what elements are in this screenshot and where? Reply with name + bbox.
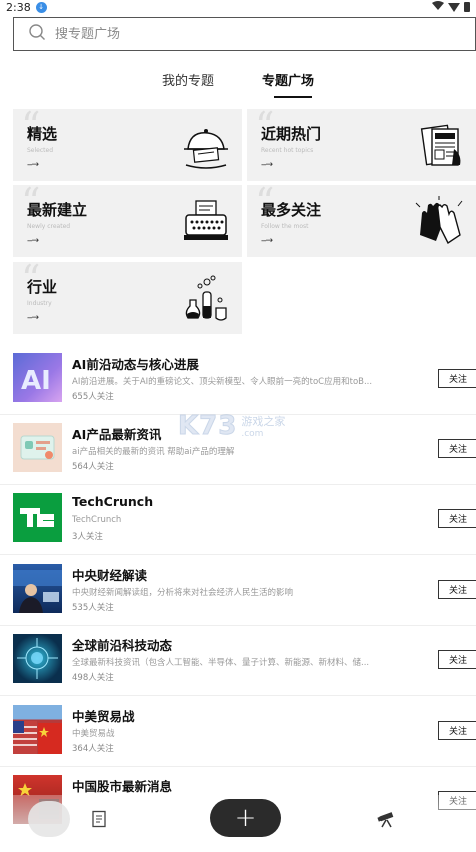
follow-button[interactable]: 关注 bbox=[438, 509, 476, 528]
status-right bbox=[432, 0, 470, 14]
watermark-text: 游戏之家 .com bbox=[241, 413, 285, 439]
follower-count: 3人关注 bbox=[72, 532, 103, 542]
topic-thumbnail bbox=[13, 564, 62, 613]
search-icon bbox=[28, 23, 46, 45]
category-subtitle: Newly created bbox=[27, 223, 71, 230]
topic-thumbnail bbox=[13, 705, 62, 754]
topic-title: AI产品最新资讯 bbox=[72, 427, 162, 442]
follower-count: 535人关注 bbox=[72, 603, 114, 613]
category-card-industry[interactable]: “ 行业 Industry --→ bbox=[13, 262, 242, 334]
search-input[interactable] bbox=[55, 26, 435, 42]
arrow-icon: --→ bbox=[261, 236, 273, 246]
category-subtitle: Recent hot topics bbox=[261, 147, 314, 154]
arrow-icon: --→ bbox=[27, 160, 39, 170]
follow-button[interactable]: 关注 bbox=[438, 439, 476, 458]
newspaper-icon bbox=[420, 124, 461, 166]
topic-title: AI前沿动态与核心进展 bbox=[72, 357, 199, 372]
watermark-com: .com bbox=[241, 429, 264, 439]
telescope-icon[interactable] bbox=[377, 809, 397, 829]
topic-title: 中央财经解读 bbox=[72, 568, 148, 583]
svg-text:AI: AI bbox=[21, 366, 51, 396]
follower-count: 564人关注 bbox=[72, 462, 114, 472]
topic-description: 中央财经新闻解读组，分析将来对社会经济人民生活的影响 bbox=[72, 588, 294, 598]
tab-bar: 我的专题 专题广场 bbox=[0, 70, 476, 98]
category-card-most-followed[interactable]: “ 最多关注 Follow the most --→ bbox=[247, 185, 476, 257]
category-title: 精选 bbox=[27, 125, 58, 143]
status-bar: 2:38 ↓ bbox=[0, 0, 476, 14]
category-title: 最新建立 bbox=[27, 201, 88, 219]
list-item[interactable]: TechCrunch TechCrunch 3人关注 关注 bbox=[0, 485, 476, 555]
lab-flasks-icon bbox=[185, 275, 227, 321]
techcrunch-logo bbox=[13, 493, 62, 542]
bottom-nav: + bbox=[0, 795, 476, 852]
topic-thumbnail bbox=[13, 634, 62, 683]
follower-count: 655人关注 bbox=[72, 392, 114, 402]
category-card-newly-created[interactable]: “ 最新建立 Newly created --→ bbox=[13, 185, 242, 257]
signal-icon bbox=[448, 2, 460, 12]
watermark-cn: 游戏之家 bbox=[241, 415, 286, 428]
topic-title: 中美贸易战 bbox=[72, 709, 135, 724]
arrow-icon: --→ bbox=[27, 236, 39, 246]
arrow-icon: --→ bbox=[27, 313, 39, 323]
topic-description: ai产品相关的最新的资讯 帮助ai产品的理解 bbox=[72, 447, 235, 457]
follower-count: 498人关注 bbox=[72, 673, 114, 683]
add-button[interactable]: + bbox=[210, 799, 281, 837]
category-subtitle: Industry bbox=[27, 300, 52, 307]
category-subtitle: Selected bbox=[27, 147, 54, 154]
watermark-mark: K73 bbox=[177, 411, 238, 442]
battery-icon bbox=[464, 2, 470, 12]
typewriter-icon bbox=[184, 200, 228, 240]
list-item[interactable]: AI AI前沿动态与核心进展 AI前沿进展。关于AI的重磅论文、顶尖新模型、令人… bbox=[0, 345, 476, 415]
topic-title: 中国股市最新消息 bbox=[72, 779, 173, 794]
topic-description: 全球最新科技资讯（包含人工智能、半导体、量子计算、新能源、新材料、储... bbox=[72, 658, 370, 668]
topic-title: TechCrunch bbox=[72, 494, 154, 509]
wifi-icon bbox=[432, 0, 444, 14]
category-title: 近期热门 bbox=[261, 125, 322, 143]
list-item[interactable]: 中美贸易战 中美贸易战 364人关注 关注 bbox=[0, 697, 476, 767]
follow-button[interactable]: 关注 bbox=[438, 580, 476, 599]
arrow-icon: --→ bbox=[261, 160, 273, 170]
search-bar[interactable] bbox=[13, 17, 476, 51]
topic-thumbnail bbox=[13, 423, 62, 472]
list-item[interactable]: 全球前沿科技动态 全球最新科技资讯（包含人工智能、半导体、量子计算、新能源、新材… bbox=[0, 626, 476, 696]
app-screen: 2:38 ↓ 我的专题 专题广场 “ 精选 Selected --→ bbox=[0, 0, 476, 852]
follow-button[interactable]: 关注 bbox=[438, 721, 476, 740]
dome-plate-icon bbox=[184, 129, 228, 169]
topic-description: AI前沿进展。关于AI的重磅论文、顶尖新模型、令人眼前一亮的toC应用和toB.… bbox=[72, 377, 373, 387]
list-item[interactable]: 中央财经解读 中央财经新闻解读组，分析将来对社会经济人民生活的影响 535人关注… bbox=[0, 556, 476, 626]
document-icon[interactable] bbox=[90, 810, 108, 828]
watermark-logo: K73 游戏之家 .com bbox=[177, 411, 285, 442]
status-time: 2:38 bbox=[6, 0, 31, 14]
category-subtitle: Follow the most bbox=[261, 223, 309, 230]
follow-button[interactable]: 关注 bbox=[438, 650, 476, 669]
topic-title: 全球前沿科技动态 bbox=[72, 638, 173, 653]
category-card-recent-hot[interactable]: “ 近期热门 Recent hot topics --→ bbox=[247, 109, 476, 181]
clapping-hands-icon bbox=[415, 196, 463, 245]
avatar[interactable] bbox=[28, 801, 70, 837]
tab-topic-square[interactable]: 专题广场 bbox=[262, 70, 314, 98]
category-title: 最多关注 bbox=[261, 201, 322, 219]
topic-thumbnail: AI bbox=[13, 353, 62, 402]
follow-button[interactable]: 关注 bbox=[438, 369, 476, 388]
download-notification-icon: ↓ bbox=[35, 1, 47, 13]
category-card-selected[interactable]: “ 精选 Selected --→ bbox=[13, 109, 242, 181]
tab-my-topics[interactable]: 我的专题 bbox=[162, 70, 214, 94]
topic-description: TechCrunch bbox=[72, 515, 122, 525]
status-left: 2:38 ↓ bbox=[6, 1, 47, 14]
follower-count: 364人关注 bbox=[72, 744, 114, 754]
topic-description: 中美贸易战 bbox=[72, 729, 115, 739]
category-title: 行业 bbox=[27, 278, 58, 296]
